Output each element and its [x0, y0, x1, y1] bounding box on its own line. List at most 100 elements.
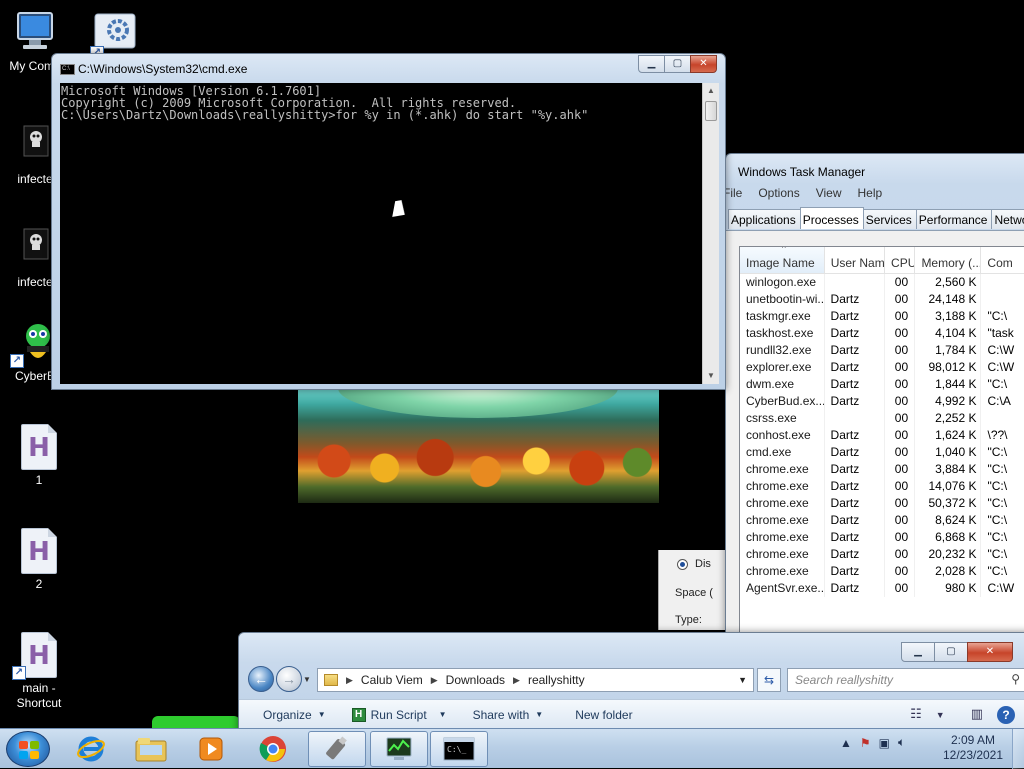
menu-file[interactable]: File [723, 184, 750, 204]
column-memory[interactable]: Memory (... [915, 247, 982, 273]
taskbar-chrome[interactable] [244, 731, 302, 767]
process-row[interactable]: taskhost.exe Dartz 00 4,104 K "task [740, 325, 1024, 342]
chevron-down-icon[interactable]: ▼ [732, 675, 753, 685]
system-clock[interactable]: 2:09 AM 12/23/2021 [938, 733, 1008, 763]
tab-performance[interactable]: Performance [915, 209, 993, 229]
cmd-window[interactable]: C:\ C:\Windows\System32\cmd.exe ▁ ▢ ✕ Mi… [51, 53, 726, 390]
address-bar[interactable]: ▶ Calub Viem ▶ Downloads ▶ reallyshitty … [317, 668, 754, 692]
process-row[interactable]: dwm.exe Dartz 00 1,844 K "C:\ [740, 376, 1024, 393]
scroll-thumb[interactable] [705, 101, 717, 121]
title-bar[interactable]: ▁ ▢ ✕ [239, 633, 1024, 662]
process-row[interactable]: winlogon.exe 00 2,560 K [740, 274, 1024, 291]
menu-options[interactable]: Options [750, 184, 807, 204]
forward-button[interactable]: → [276, 666, 302, 692]
minimize-button[interactable]: ▁ [638, 55, 665, 73]
chevron-right-icon[interactable]: ▶ [511, 675, 522, 686]
process-list[interactable]: Image Name User Name CPU Memory (... Com… [739, 246, 1024, 634]
process-row[interactable]: explorer.exe Dartz 00 98,012 K C:\W [740, 359, 1024, 376]
taskbar-cmd[interactable]: C:\_ [430, 731, 488, 767]
process-row[interactable]: chrome.exe Dartz 00 6,868 K "C:\ [740, 529, 1024, 546]
navigation-bar: ← → ▼ ▶ Calub Viem ▶ Downloads ▶ reallys… [239, 665, 1024, 695]
process-row[interactable]: unetbootin-wi... Dartz 00 24,148 K [740, 291, 1024, 308]
close-button[interactable]: ✕ [967, 642, 1013, 662]
scroll-up-icon[interactable]: ▲ [703, 83, 719, 99]
volume-icon[interactable]: 🔈︎ [898, 735, 905, 750]
process-user-name: Dartz [825, 325, 885, 342]
notification-area: ▲ ⚑ ▣ 🔈︎ [840, 735, 905, 750]
process-row[interactable]: csrss.exe 00 2,252 K [740, 410, 1024, 427]
window-title: Windows Task Manager [738, 165, 866, 179]
maximize-button[interactable]: ▢ [664, 55, 691, 73]
show-hidden-icons-icon[interactable]: ▲ [840, 736, 852, 750]
column-cpu[interactable]: CPU [885, 247, 916, 273]
taskbar-usb-tool[interactable] [308, 731, 366, 767]
taskbar-task-manager[interactable] [370, 731, 428, 767]
column-command-line[interactable]: Com [981, 247, 1024, 273]
process-row[interactable]: chrome.exe Dartz 00 8,624 K "C:\ [740, 512, 1024, 529]
process-row[interactable]: cmd.exe Dartz 00 1,040 K "C:\ [740, 444, 1024, 461]
breadcrumb-item[interactable]: reallyshitty [522, 673, 591, 687]
menu-help[interactable]: Help [850, 184, 891, 204]
media-player-icon [199, 737, 223, 761]
process-row[interactable]: conhost.exe Dartz 00 1,624 K \??\ [740, 427, 1024, 444]
recent-pages-icon[interactable]: ▼ [303, 675, 311, 684]
process-row[interactable]: taskmgr.exe Dartz 00 3,188 K "C:\ [740, 308, 1024, 325]
radio-button[interactable] [677, 559, 688, 570]
title-bar[interactable]: Windows Task Manager [726, 154, 1024, 182]
new-folder-button[interactable]: New folder [557, 708, 646, 722]
help-icon[interactable]: ? [997, 706, 1015, 724]
taskbar-internet-explorer[interactable] [62, 731, 120, 767]
action-center-flag-icon[interactable]: ⚑ [860, 736, 871, 750]
breadcrumb-item[interactable]: Calub Viem [355, 673, 429, 687]
organize-button[interactable]: Organize ▼ [239, 708, 340, 722]
scroll-down-icon[interactable]: ▼ [703, 368, 719, 384]
search-input[interactable]: Search reallyshitty ⚲ [787, 668, 1024, 692]
close-button[interactable]: ✕ [690, 55, 717, 73]
show-desktop-button[interactable] [1012, 729, 1024, 769]
taskbar-media-player[interactable] [182, 731, 240, 767]
start-button[interactable] [6, 731, 50, 767]
tab-processes[interactable]: Processes [799, 207, 864, 229]
desktop-icon-script-2[interactable]: H 2 [0, 528, 78, 592]
process-row[interactable]: chrome.exe Dartz 00 20,232 K "C:\ [740, 546, 1024, 563]
column-image-name[interactable]: Image Name [740, 247, 825, 273]
network-icon[interactable]: ▣ [879, 736, 890, 750]
title-bar[interactable]: C:\ C:\Windows\System32\cmd.exe ▁ ▢ ✕ [52, 54, 725, 82]
task-manager-window[interactable]: Windows Task Manager File Options View H… [723, 153, 1024, 634]
chevron-right-icon[interactable]: ▶ [344, 675, 355, 686]
process-row[interactable]: chrome.exe Dartz 00 50,372 K "C:\ [740, 495, 1024, 512]
vertical-scrollbar[interactable]: ▲ ▼ [702, 83, 719, 384]
tab-services[interactable]: Services [862, 209, 917, 229]
process-row[interactable]: chrome.exe Dartz 00 14,076 K "C:\ [740, 478, 1024, 495]
menu-view[interactable]: View [808, 184, 850, 204]
process-row[interactable]: chrome.exe Dartz 00 3,884 K "C:\ [740, 461, 1024, 478]
search-icon[interactable]: ⚲ [1011, 672, 1020, 686]
desktop-icon-main-shortcut[interactable]: H ↗ main - Shortcut [0, 632, 78, 711]
column-user-name[interactable]: User Name [825, 247, 886, 273]
share-with-button[interactable]: Share with ▼ [461, 708, 558, 722]
process-row[interactable]: CyberBud.ex... Dartz 00 4,992 K C:\A [740, 393, 1024, 410]
tab-networking[interactable]: Networki [991, 209, 1024, 229]
process-row[interactable]: rundll32.exe Dartz 00 1,784 K C:\W [740, 342, 1024, 359]
change-view-icon[interactable]: ☷ [910, 706, 922, 724]
minimize-button[interactable]: ▁ [901, 642, 935, 662]
back-button[interactable]: ← [248, 666, 274, 692]
process-row[interactable]: chrome.exe Dartz 00 2,028 K "C:\ [740, 563, 1024, 580]
chevron-right-icon[interactable]: ▶ [429, 675, 440, 686]
explorer-window[interactable]: ▁ ▢ ✕ ← → ▼ ▶ Calub Viem ▶ Downloads ▶ r… [238, 632, 1024, 728]
refresh-button[interactable]: ⇆ [757, 668, 781, 692]
process-row[interactable]: AgentSvr.exe... Dartz 00 980 K C:\W [740, 580, 1024, 597]
console-output[interactable]: Microsoft Windows [Version 6.1.7601] Copy… [60, 83, 702, 384]
process-memory: 14,076 K [915, 478, 982, 495]
tab-applications[interactable]: Applications [728, 209, 801, 229]
chevron-down-icon[interactable]: ▼ [936, 706, 945, 724]
process-command-line: "C:\ [981, 495, 1024, 512]
maximize-button[interactable]: ▢ [934, 642, 968, 662]
taskbar-file-explorer[interactable] [122, 731, 180, 767]
preview-pane-icon[interactable]: ▥ [971, 706, 983, 724]
breadcrumb-item[interactable]: Downloads [440, 673, 511, 687]
process-user-name: Dartz [825, 376, 885, 393]
svg-text:C:\_: C:\_ [447, 745, 466, 754]
run-script-button[interactable]: H Run Script ▼ [340, 707, 461, 722]
desktop-icon-script-1[interactable]: H 1 [0, 424, 78, 488]
